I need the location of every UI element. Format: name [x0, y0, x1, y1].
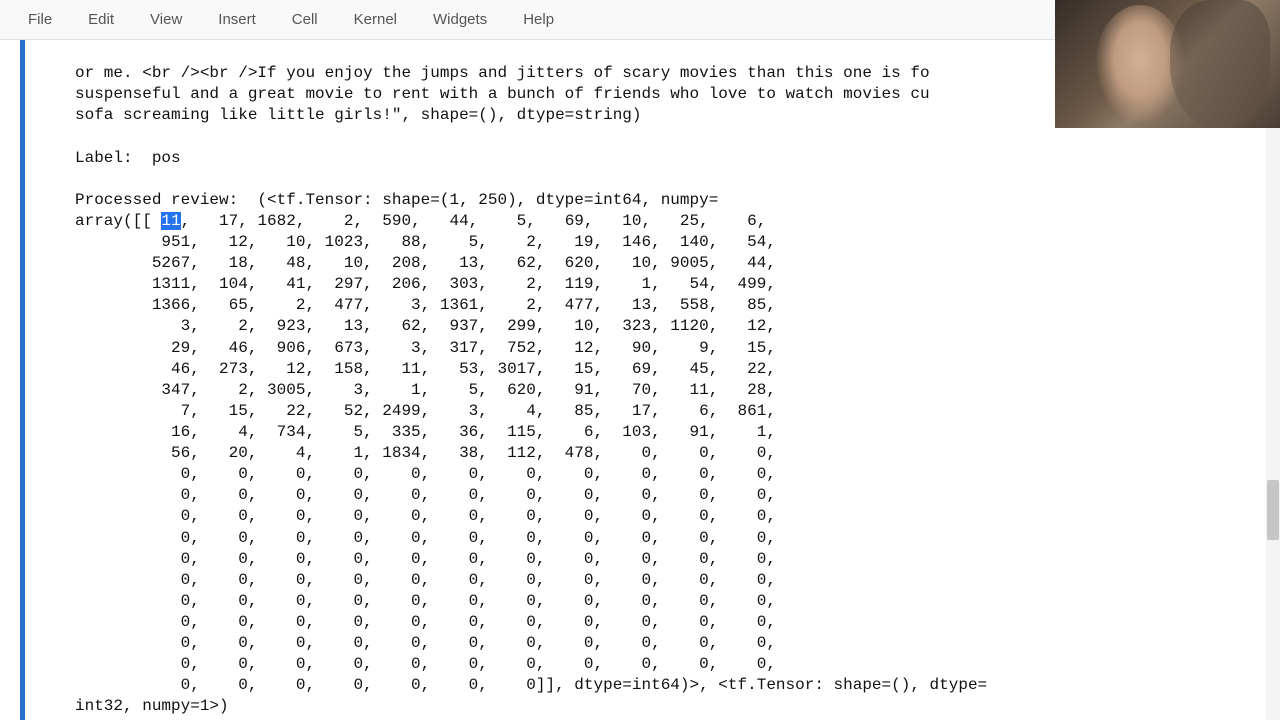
array-row: 0, 0, 0, 0, 0, 0, 0, 0, 0, 0, 0, [75, 634, 776, 652]
array-row: 1366, 65, 2, 477, 3, 1361, 2, 477, 13, 5… [75, 296, 776, 314]
array-row: 0, 0, 0, 0, 0, 0, 0, 0, 0, 0, 0, [75, 486, 776, 504]
cell-text-output: or me. <br /><br />If you enjoy the jump… [75, 61, 1248, 717]
webcam-overlay [1055, 0, 1280, 128]
scrollbar-thumb[interactable] [1267, 480, 1279, 540]
menu-cell[interactable]: Cell [274, 5, 336, 34]
highlighted-token: 11 [161, 212, 180, 230]
array-row: 0, 0, 0, 0, 0, 0, 0, 0, 0, 0, 0, [75, 507, 776, 525]
array-row: 46, 273, 12, 158, 11, 53, 3017, 15, 69, … [75, 360, 776, 378]
menu-help[interactable]: Help [505, 5, 572, 34]
menu-kernel[interactable]: Kernel [336, 5, 415, 34]
output-line: suspenseful and a great movie to rent wi… [75, 85, 930, 103]
array-row: 0, 0, 0, 0, 0, 0, 0, 0, 0, 0, 0, [75, 592, 776, 610]
processed-header: Processed review: (<tf.Tensor: shape=(1,… [75, 191, 718, 209]
notebook-area[interactable]: or me. <br /><br />If you enjoy the jump… [0, 40, 1280, 720]
array-row: 951, 12, 10, 1023, 88, 5, 2, 19, 146, 14… [75, 233, 776, 251]
array-row: 0, 0, 0, 0, 0, 0, 0, 0, 0, 0, 0, [75, 655, 776, 673]
array-open: array([[ [75, 212, 161, 230]
array-row: 0, 0, 0, 0, 0, 0, 0, 0, 0, 0, 0, [75, 613, 776, 631]
array-row: 56, 20, 4, 1, 1834, 38, 112, 478, 0, 0, … [75, 444, 776, 462]
array-row: 3, 2, 923, 13, 62, 937, 299, 10, 323, 11… [75, 317, 776, 335]
array-row: 0, 0, 0, 0, 0, 0, 0, 0, 0, 0, 0, [75, 550, 776, 568]
array-row: 5267, 18, 48, 10, 208, 13, 62, 620, 10, … [75, 254, 776, 272]
array-row: 0, 0, 0, 0, 0, 0, 0, 0, 0, 0, 0, [75, 465, 776, 483]
array-row: 7, 15, 22, 52, 2499, 3, 4, 85, 17, 6, 86… [75, 402, 776, 420]
output-cell: or me. <br /><br />If you enjoy the jump… [20, 40, 1260, 720]
array-row: 29, 46, 906, 673, 3, 317, 752, 12, 90, 9… [75, 339, 776, 357]
label-prefix: Label: [75, 149, 152, 167]
array-closing: int32, numpy=1>) [75, 697, 229, 715]
output-line: sofa screaming like little girls!", shap… [75, 106, 642, 124]
row-remainder: , 17, 1682, 2, 590, 44, 5, 69, 10, 25, 6… [181, 212, 767, 230]
array-row: 16, 4, 734, 5, 335, 36, 115, 6, 103, 91,… [75, 423, 776, 441]
scrollbar-track[interactable] [1266, 40, 1280, 720]
menu-widgets[interactable]: Widgets [415, 5, 505, 34]
array-row: 1311, 104, 41, 297, 206, 303, 2, 119, 1,… [75, 275, 776, 293]
array-row: 0, 0, 0, 0, 0, 0, 0, 0, 0, 0, 0, [75, 529, 776, 547]
menu-edit[interactable]: Edit [70, 5, 132, 34]
menu-file[interactable]: File [10, 5, 70, 34]
array-row: 0, 0, 0, 0, 0, 0, 0, 0, 0, 0, 0, [75, 571, 776, 589]
output-line: or me. <br /><br />If you enjoy the jump… [75, 64, 930, 82]
array-final: 0, 0, 0, 0, 0, 0, 0]], dtype=int64)>, <t… [75, 676, 987, 694]
array-row: 347, 2, 3005, 3, 1, 5, 620, 91, 70, 11, … [75, 381, 776, 399]
label-value: pos [152, 149, 181, 167]
menu-view[interactable]: View [132, 5, 200, 34]
menu-insert[interactable]: Insert [200, 5, 274, 34]
